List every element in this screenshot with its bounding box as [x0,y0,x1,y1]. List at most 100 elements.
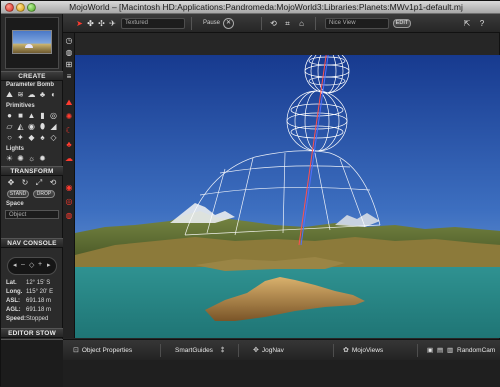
close-window-button[interactable] [5,3,14,12]
view-rotate-icon[interactable]: ⟲ [269,18,278,29]
terrain-tool-icon[interactable]: ⛰ [64,98,74,108]
object-properties-button[interactable]: ⊡ Object Properties [73,344,132,357]
rock-primitive-icon[interactable]: ◆ [27,133,36,142]
cone-primitive-icon[interactable]: ▲ [27,111,36,120]
cube-primitive-icon[interactable]: ■ [16,111,25,120]
left-panel: CREATE Parameter Bomb ⛰ ≋ ☁ ♣ ◐ Primitiv… [1,14,63,387]
camera-grid-icon[interactable]: ▣ [427,344,433,357]
nav-latitude: Lat. 12° 15' S [6,280,51,286]
cursor-arrow-icon[interactable]: ➤ [75,18,84,29]
tree-tool-icon[interactable]: ♣ [64,140,74,150]
walk-icon[interactable]: ✤ [86,18,95,29]
minimize-window-button[interactable] [16,3,25,12]
nav-minus-button[interactable]: – [21,261,25,268]
bomb-sky-icon[interactable]: ☁ [27,90,36,99]
move-tool-icon[interactable]: ✥ [6,178,16,188]
edit-button[interactable]: EDIT [393,19,411,28]
tree-primitive-icon[interactable]: ♠ [38,133,47,142]
bottom-divider [160,344,161,357]
clock-icon[interactable]: ◷ [64,36,74,46]
twist-tool-icon[interactable]: ⟲ [48,178,58,188]
point-light-icon[interactable]: ☀ [5,154,14,163]
editor-stow-area[interactable] [1,339,63,387]
properties-icon: ⊡ [73,347,79,354]
camera-list-icon[interactable]: ▥ [447,344,453,357]
capsule-primitive-icon[interactable]: ⬮ [38,122,47,131]
globe-icon[interactable]: ◍ [64,48,74,58]
cloud-tool-icon[interactable]: ☁ [64,154,74,164]
bomb-plant-icon[interactable]: ♣ [38,90,47,99]
bottom-divider [417,344,418,357]
planet-tool-icon[interactable]: ◉ [64,183,74,193]
drop-button[interactable]: DROP [33,190,55,198]
water-tool-icon[interactable]: ◍ [64,211,74,221]
create-section-title: CREATE [1,71,63,81]
export-icon[interactable]: ⇱ [462,18,472,29]
render-mode-select[interactable]: Textured [121,18,185,29]
toolbar-divider [315,17,316,30]
area-light-icon[interactable]: ✹ [38,154,47,163]
jognav-button[interactable]: ✥ JogNav [253,344,284,357]
pause-label: Pause [203,20,221,26]
bottom-divider [333,344,334,357]
3d-viewport[interactable] [75,55,500,338]
thumbnail-sun [25,44,33,48]
nav-plus-button[interactable]: + [38,261,42,268]
text-primitive-icon[interactable]: ◇ [49,133,58,142]
layers-icon[interactable]: ≡ [64,72,74,82]
stand-button[interactable]: STAND [7,190,29,198]
view-mode-select[interactable]: Nice View [325,18,389,29]
parameter-bomb-label: Parameter Bomb [6,82,55,88]
preview-thumbnail[interactable] [5,17,59,69]
wedge-primitive-icon[interactable]: ◢ [49,122,58,131]
rotate-tool-icon[interactable]: ↻ [20,178,30,188]
lights-icons: ☀ ✺ ☼ ✹ [5,154,47,163]
fly-icon[interactable]: ✈ [108,18,117,29]
bomb-water-icon[interactable]: ≋ [16,90,25,99]
run-icon[interactable]: ✣ [97,18,106,29]
zoom-window-button[interactable] [27,3,36,12]
plane-primitive-icon[interactable]: ▱ [5,122,14,131]
star-primitive-icon[interactable]: ✦ [16,133,25,142]
randomcam-button[interactable]: RandomCam [457,344,495,357]
guides-toggle-icon[interactable]: ⁑ [221,344,224,357]
title-bar[interactable]: MojoWorld – [Macintosh HD:Applications:P… [1,1,500,14]
nav-right-arrow-icon[interactable]: ▸ [47,261,51,269]
mojoviews-button[interactable]: ✿ MojoViews [343,344,383,357]
nav-longitude: Long. 115° 20' E [6,289,54,295]
sun-light-icon[interactable]: ☼ [27,154,36,163]
sun-tool-icon[interactable]: ✺ [64,112,74,122]
tube-primitive-icon[interactable]: ○ [5,133,14,142]
pyramid-primitive-icon[interactable]: ◭ [16,122,25,131]
moon-tool-icon[interactable]: ☾ [64,126,74,136]
view-home-icon[interactable]: ⌂ [297,18,306,29]
torus-primitive-icon[interactable]: ◎ [49,111,58,120]
viewport-scene [75,55,500,338]
scale-tool-icon[interactable]: ⤢ [34,178,44,188]
bomb-terrain-icon[interactable]: ⛰ [5,90,14,99]
space-select[interactable]: Object [5,210,59,219]
bomb-planet-icon[interactable]: ◐ [49,90,58,99]
atmosphere-tool-icon[interactable]: ◎ [64,197,74,207]
status-area [63,360,500,387]
pause-toggle-icon[interactable]: ✕ [223,18,234,29]
cylinder-primitive-icon[interactable]: ▮ [38,111,47,120]
camera-save-icon[interactable]: ▤ [437,344,443,357]
nav-left-arrow-icon[interactable]: ◂ [13,261,17,269]
grid-icon[interactable]: ⊞ [64,60,74,70]
thumbnail-scene [12,30,52,54]
nav-asl: ASL: 691.18 m [6,298,52,304]
help-icon[interactable]: ? [477,18,487,29]
nav-center-icon[interactable]: ◇ [29,261,34,269]
spot-light-icon[interactable]: ✺ [16,154,25,163]
lights-label: Lights [6,146,24,152]
sphere-primitive-icon[interactable]: ● [5,111,14,120]
nav-jog-widget[interactable]: ◂ – ◇ + ▸ [7,257,57,275]
top-toolbar: ➤ ✤ ✣ ✈ Textured Pause ✕ ⟲ ⌗ ⌂ Nice View… [63,14,500,33]
view-reset-icon[interactable]: ⌗ [283,18,292,29]
disc-primitive-icon[interactable]: ◉ [27,122,36,131]
nav-agl: AGL: 691.18 m [6,307,52,313]
vertical-toolbar: ◷ ◍ ⊞ ≡ ⛰ ✺ ☾ ♣ ☁ ◉ ◎ ◍ [63,33,75,338]
primitives-icons: ● ■ ▲ ▮ ◎ ▱ ◭ ◉ ⬮ ◢ ○ ✦ ◆ ♠ ◇ [5,111,58,142]
smartguides-button[interactable]: SmartGuides [175,344,213,357]
